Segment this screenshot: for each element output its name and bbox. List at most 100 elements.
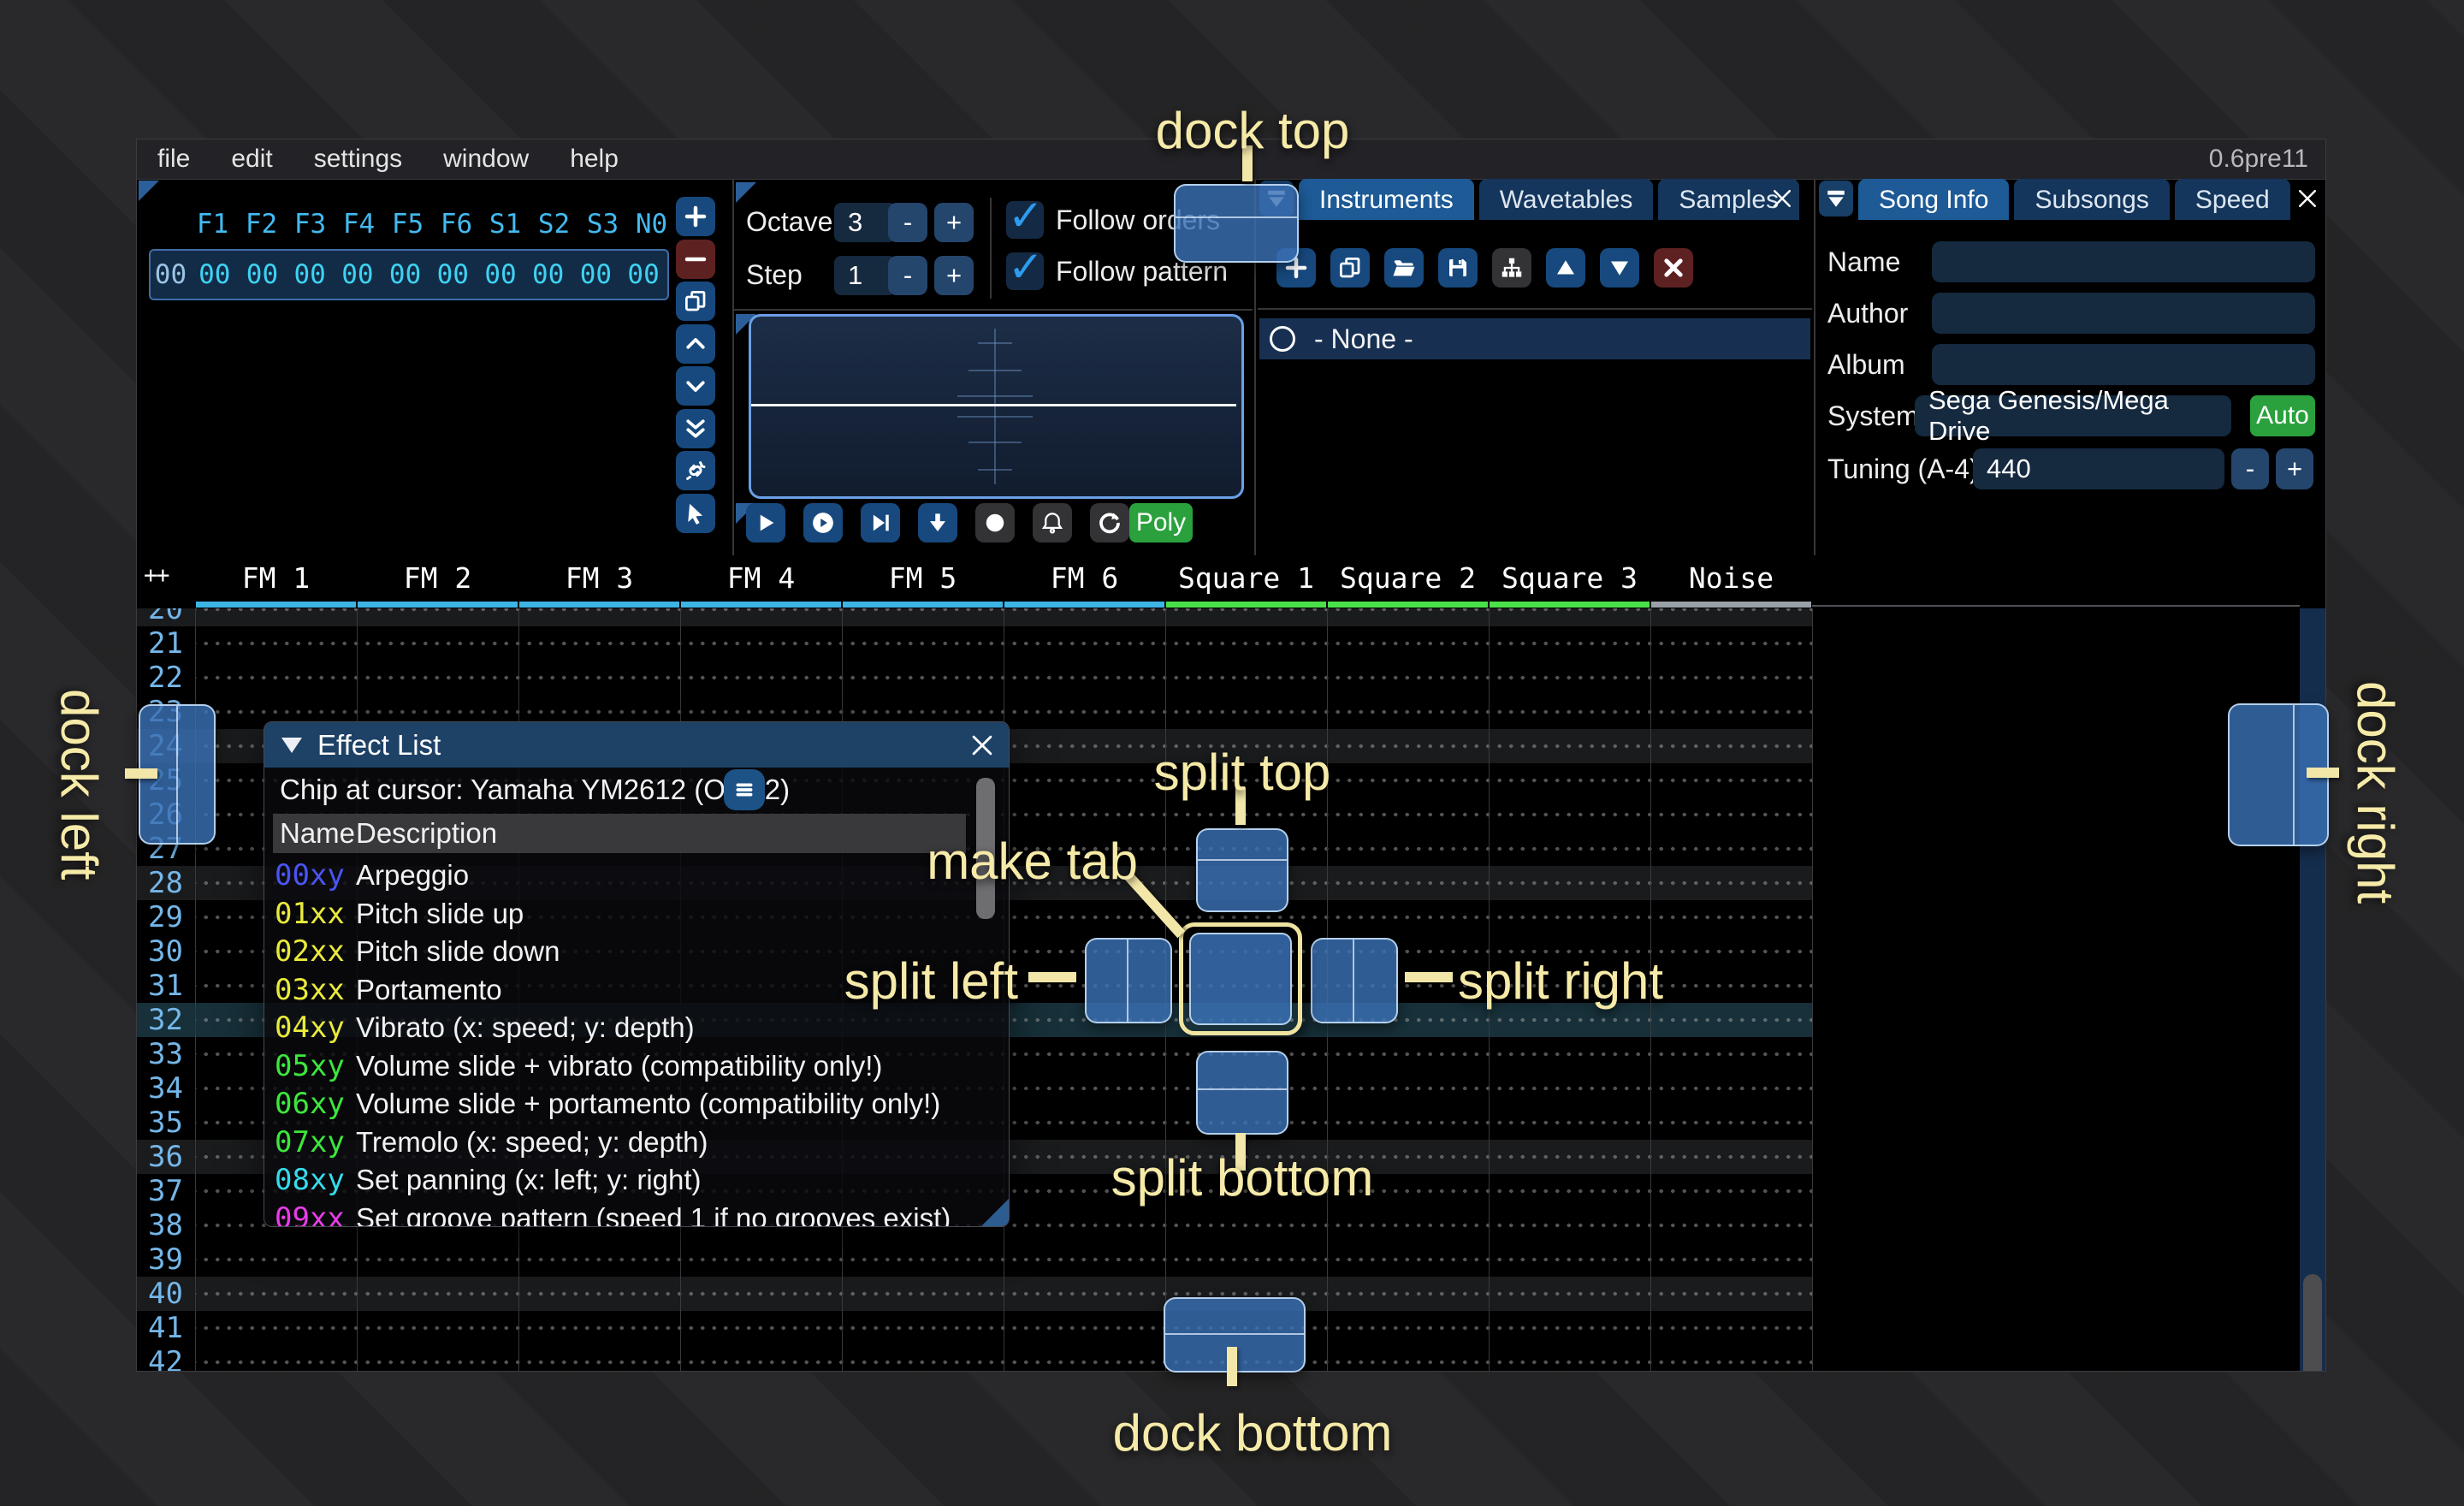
author-field[interactable] bbox=[1932, 293, 2315, 334]
save-button[interactable] bbox=[1438, 248, 1478, 288]
channel-header-square-2[interactable]: Square 2 bbox=[1327, 560, 1489, 596]
tab-instruments[interactable]: Instruments bbox=[1299, 179, 1474, 220]
chevrons-down-button[interactable] bbox=[676, 409, 715, 448]
collapse-triangle-icon[interactable] bbox=[281, 738, 302, 753]
channel-header-noise[interactable]: Noise bbox=[1650, 560, 1812, 596]
tab-subsongs[interactable]: Subsongs bbox=[2014, 179, 2169, 220]
dock-top-target[interactable] bbox=[1174, 184, 1299, 263]
auto-system-button[interactable]: Auto bbox=[2250, 395, 2315, 436]
tab-wavetables[interactable]: Wavetables bbox=[1479, 179, 1654, 220]
tuning-decrease-button[interactable]: - bbox=[2231, 448, 2269, 489]
triangle-up-button[interactable] bbox=[1546, 248, 1585, 288]
metronome-bell-button[interactable] bbox=[1033, 503, 1072, 543]
tuning-increase-button[interactable]: + bbox=[2276, 448, 2313, 489]
channel-header-fm-2[interactable]: FM 2 bbox=[357, 560, 518, 596]
channel-header-fm-3[interactable]: FM 3 bbox=[518, 560, 680, 596]
step-down-button[interactable] bbox=[918, 503, 957, 543]
channel-header-fm-4[interactable]: FM 4 bbox=[680, 560, 842, 596]
split-top-target[interactable] bbox=[1196, 828, 1288, 912]
tree-button[interactable] bbox=[1492, 248, 1531, 288]
split-left-target[interactable] bbox=[1085, 938, 1172, 1023]
panel-divider[interactable] bbox=[732, 179, 734, 555]
effect-list-row[interactable]: 04xyVibrato (x: speed; y: depth) bbox=[275, 1009, 976, 1046]
tuning-field[interactable]: 440 bbox=[1973, 448, 2224, 489]
effect-list-row[interactable]: 06xyVolume slide + portamento (compatibi… bbox=[275, 1085, 976, 1123]
step-value[interactable]: 1 bbox=[834, 256, 896, 295]
poly-toggle-button[interactable]: Poly bbox=[1129, 503, 1193, 543]
play-circle-button[interactable] bbox=[803, 503, 843, 543]
unlink-button[interactable] bbox=[676, 451, 715, 490]
menu-item-file[interactable]: file bbox=[137, 139, 210, 179]
open-folder-button[interactable] bbox=[1384, 248, 1424, 288]
channel-header-fm-1[interactable]: FM 1 bbox=[195, 560, 357, 596]
row-number: 28 bbox=[137, 866, 183, 900]
order-cell[interactable]: 00 bbox=[239, 259, 287, 290]
delete-button[interactable] bbox=[1654, 248, 1693, 288]
follow-pattern-checkbox[interactable]: ✓ bbox=[1006, 252, 1044, 290]
effect-list-row[interactable]: 09xxSet groove pattern (speed 1 if no gr… bbox=[275, 1200, 976, 1227]
plus-button[interactable] bbox=[676, 197, 715, 236]
order-cell[interactable]: 00 bbox=[191, 259, 239, 290]
tab-speed[interactable]: Speed bbox=[2175, 179, 2290, 220]
cursor-button[interactable] bbox=[676, 494, 715, 533]
menu-item-settings[interactable]: settings bbox=[293, 139, 423, 179]
resize-grip[interactable] bbox=[981, 1199, 1009, 1226]
order-cell[interactable]: 00 bbox=[524, 259, 572, 290]
order-cell[interactable]: 00 bbox=[619, 259, 667, 290]
duplicate-button[interactable] bbox=[676, 282, 715, 321]
channel-header-fm-5[interactable]: FM 5 bbox=[842, 560, 1004, 596]
order-row[interactable]: 0000000000000000000000 bbox=[149, 249, 669, 300]
chevron-down-button[interactable] bbox=[676, 366, 715, 406]
panel-divider[interactable] bbox=[1814, 179, 1815, 555]
collapse-tabbar-icon[interactable] bbox=[1819, 181, 1853, 216]
system-select[interactable]: Sega Genesis/Mega Drive bbox=[1915, 395, 2231, 436]
order-cell[interactable]: 00 bbox=[286, 259, 334, 290]
duplicate-icon bbox=[1337, 255, 1363, 281]
effect-list-titlebar[interactable]: Effect List bbox=[264, 722, 1009, 768]
effect-list-row[interactable]: 05xyVolume slide + vibrato (compatibilit… bbox=[275, 1047, 976, 1085]
album-field[interactable] bbox=[1932, 344, 2315, 385]
channel-header-square-1[interactable]: Square 1 bbox=[1165, 560, 1327, 596]
step-decrease-button[interactable]: - bbox=[888, 256, 927, 295]
close-icon[interactable] bbox=[2293, 184, 2322, 213]
minus-button[interactable] bbox=[676, 240, 715, 279]
order-cell[interactable]: 00 bbox=[334, 259, 382, 290]
octave-decrease-button[interactable]: - bbox=[888, 203, 927, 242]
make-tab-target[interactable] bbox=[1179, 922, 1302, 1035]
close-icon[interactable] bbox=[968, 731, 997, 760]
follow-orders-checkbox[interactable]: ✓ bbox=[1006, 201, 1044, 239]
effect-list-row[interactable]: 07xyTremolo (x: speed; y: depth) bbox=[275, 1124, 976, 1161]
play-button[interactable] bbox=[746, 503, 785, 543]
pattern-scrollbar-thumb[interactable] bbox=[2303, 1274, 2322, 1371]
hamburger-icon[interactable] bbox=[724, 769, 765, 810]
tab-song-info[interactable]: Song Info bbox=[1858, 179, 2009, 220]
channel-header-square-3[interactable]: Square 3 bbox=[1489, 560, 1650, 596]
duplicate-button[interactable] bbox=[1330, 248, 1370, 288]
octave-value[interactable]: 3 bbox=[834, 203, 896, 242]
octave-increase-button[interactable]: + bbox=[934, 203, 974, 242]
split-bottom-target[interactable] bbox=[1196, 1051, 1288, 1135]
order-cell[interactable]: 00 bbox=[572, 259, 620, 290]
menu-item-help[interactable]: help bbox=[549, 139, 639, 179]
menu-item-window[interactable]: window bbox=[423, 139, 549, 179]
triangle-down-button[interactable] bbox=[1600, 248, 1639, 288]
close-icon[interactable] bbox=[1768, 184, 1797, 213]
channel-header-fm-6[interactable]: FM 6 bbox=[1004, 560, 1165, 596]
pattern-scrollbar-track[interactable] bbox=[2300, 555, 2325, 1371]
name-field[interactable] bbox=[1932, 241, 2315, 282]
effect-list-row[interactable]: 01xxPitch slide up bbox=[275, 895, 976, 933]
order-cell[interactable]: 00 bbox=[429, 259, 477, 290]
row-number: 36 bbox=[137, 1140, 183, 1174]
split-right-target[interactable] bbox=[1311, 938, 1398, 1023]
play-to-cursor-button[interactable] bbox=[861, 503, 900, 543]
instrument-list-item[interactable]: - None - bbox=[1259, 318, 1810, 359]
record-button[interactable] bbox=[975, 503, 1015, 543]
menu-item-edit[interactable]: edit bbox=[210, 139, 293, 179]
effect-list-row[interactable]: 08xySet panning (x: left; y: right) bbox=[275, 1161, 976, 1199]
order-cell[interactable]: 00 bbox=[477, 259, 524, 290]
repeat-button[interactable] bbox=[1090, 503, 1129, 543]
order-cell[interactable]: 00 bbox=[382, 259, 429, 290]
step-increase-button[interactable]: + bbox=[934, 256, 974, 295]
chevron-up-button[interactable] bbox=[676, 324, 715, 364]
expand-channels-button[interactable]: ++ bbox=[144, 562, 169, 589]
